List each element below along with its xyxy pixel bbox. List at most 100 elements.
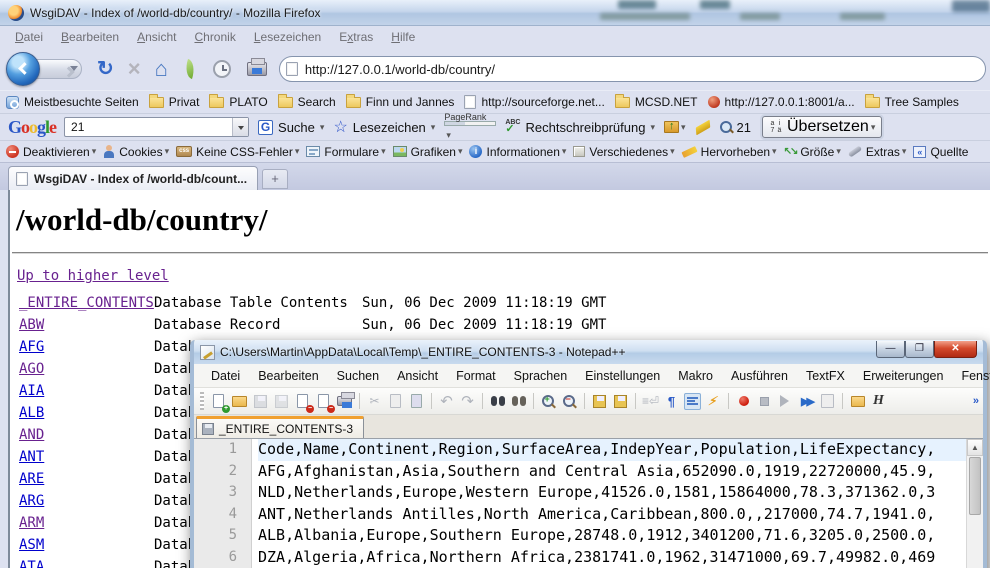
entry-link[interactable]: AFG (19, 339, 44, 355)
translate-button[interactable]: ai7ä Übersetzen (762, 116, 882, 138)
redo-icon[interactable]: ↷ (459, 393, 476, 410)
firefox-titlebar[interactable]: WsgiDAV - Index of /world-db/country/ - … (0, 0, 990, 26)
close-file-button[interactable]: − (294, 393, 311, 410)
google-search-button[interactable]: G Suche (258, 120, 324, 135)
entry-link[interactable]: ALB (19, 405, 44, 421)
close-all-button[interactable]: − (315, 393, 332, 410)
devtool-box[interactable]: Verschiedenes (573, 145, 674, 159)
devtool-person[interactable]: Cookies (103, 145, 169, 159)
find-button[interactable] (489, 393, 506, 410)
code-line[interactable]: Code,Name,Continent,Region,SurfaceArea,I… (258, 439, 983, 461)
entry-link[interactable]: ATA (19, 559, 44, 568)
replace-button[interactable] (510, 393, 527, 410)
save-button[interactable] (252, 393, 269, 410)
npp-menu-erweiterungen[interactable]: Erweiterungen (854, 367, 953, 385)
npp-menu-sprachen[interactable]: Sprachen (505, 367, 577, 385)
npp-editor[interactable]: 123456 Code,Name,Continent,Region,Surfac… (194, 439, 983, 568)
copy-icon[interactable] (387, 393, 404, 410)
npp-menu-suchen[interactable]: Suchen (328, 367, 388, 385)
npp-menu-einstellungen[interactable]: Einstellungen (576, 367, 669, 385)
url-text[interactable]: http://127.0.0.1/world-db/country/ (305, 62, 495, 77)
devtool-resize[interactable]: Größe (784, 145, 841, 159)
menu-extras[interactable]: Extras (330, 28, 382, 46)
devtool-info[interactable]: Informationen (469, 145, 566, 159)
spellcheck-button[interactable]: ABC✓ Rechtschreibprüfung (505, 120, 655, 135)
open-file-button[interactable] (231, 393, 248, 410)
bookmark-item[interactable]: Privat (149, 95, 200, 109)
npp-titlebar[interactable]: C:\Users\Martin\AppData\Local\Temp\_ENTI… (194, 340, 983, 364)
zoom-in-button[interactable]: + (540, 393, 557, 410)
new-tab-button[interactable]: + (262, 169, 288, 189)
scrollbar-thumb[interactable] (969, 457, 981, 515)
sync-horizontal-button[interactable] (612, 393, 629, 410)
html-button[interactable]: H (870, 393, 887, 410)
npp-tab-entire-contents[interactable]: _ENTIRE_CONTENTS-3 (196, 416, 364, 438)
record-macro-button[interactable] (735, 393, 752, 410)
devtool-form[interactable]: Formulare (306, 145, 385, 159)
search-history-dropdown[interactable] (232, 118, 248, 136)
print-button-npp[interactable] (336, 393, 353, 410)
bookmark-item[interactable]: Search (278, 95, 336, 109)
entry-link[interactable]: ABW (19, 317, 44, 333)
bookmark-item[interactable]: http://127.0.0.1:8001/a... (708, 95, 855, 109)
npp-menu-textfx[interactable]: TextFX (797, 367, 854, 385)
menu-bearbeiten[interactable]: Bearbeiten (52, 28, 128, 46)
new-file-button[interactable]: + (210, 393, 227, 410)
highlighter-button[interactable] (695, 124, 711, 131)
history-dropdown-icon[interactable] (70, 66, 78, 75)
entry-link[interactable]: ARE (19, 471, 44, 487)
entry-link[interactable]: ASM (19, 537, 44, 553)
undo-icon[interactable]: ↶ (438, 393, 455, 410)
bookmark-item[interactable]: Tree Samples (865, 95, 959, 109)
npp-menu-bearbeiten[interactable]: Bearbeiten (249, 367, 327, 385)
bookmark-item[interactable]: PLATO (209, 95, 267, 109)
open-containing-folder-button[interactable] (849, 393, 866, 410)
stop-macro-button[interactable] (756, 393, 773, 410)
devtool-brush[interactable]: Hervorheben (682, 145, 777, 159)
save-all-button[interactable] (273, 393, 290, 410)
entry-link[interactable]: AIA (19, 383, 44, 399)
show-all-characters-button[interactable]: ¶ (663, 393, 680, 410)
run-macro-multiple-button[interactable]: ▶▶ (798, 393, 815, 410)
google-search-box[interactable]: 21 (64, 117, 249, 137)
devtool-wrench[interactable]: Extras (848, 145, 907, 159)
code-line[interactable]: ANT,Netherlands Antilles,North America,C… (258, 504, 983, 526)
close-button[interactable]: ✕ (934, 341, 977, 358)
minimize-button[interactable]: — (876, 341, 905, 358)
home-button[interactable]: ⌂ (155, 56, 168, 82)
function-completion-button[interactable]: ⚡︎ (705, 393, 722, 410)
menu-ansicht[interactable]: Ansicht (128, 28, 185, 46)
bookmark-item[interactable]: MCSD.NET (615, 95, 698, 109)
cut-icon[interactable]: ✂ (366, 393, 383, 410)
entry-link[interactable]: _ENTIRE_CONTENTS (19, 295, 154, 311)
google-bookmarks-button[interactable]: ☆ Lesezeichen (333, 117, 435, 137)
indent-guide-button[interactable] (684, 393, 701, 410)
code-line[interactable]: ALB,Albania,Europe,Southern Europe,28748… (258, 525, 983, 547)
menu-lesezeichen[interactable]: Lesezeichen (245, 28, 330, 46)
npp-menu-ausführen[interactable]: Ausführen (722, 367, 797, 385)
entry-link[interactable]: ANT (19, 449, 44, 465)
bookmark-item[interactable]: Meistbesuchte Seiten (6, 95, 139, 109)
devtool-css[interactable]: Keine CSS-Fehler (176, 145, 299, 159)
back-button[interactable] (6, 52, 40, 86)
entry-link[interactable]: AGO (19, 361, 44, 377)
paste-icon[interactable] (408, 393, 425, 410)
entry-link[interactable]: AND (19, 427, 44, 443)
vertical-scrollbar[interactable]: ▲ (966, 439, 983, 568)
code-line[interactable]: NLD,Netherlands,Europe,Western Europe,41… (258, 482, 983, 504)
npp-menu-format[interactable]: Format (447, 367, 505, 385)
print-button[interactable] (247, 62, 267, 76)
play-macro-button[interactable] (777, 393, 794, 410)
menu-datei[interactable]: Datei (6, 28, 52, 46)
send-to-button[interactable] (664, 121, 686, 133)
devtool-img[interactable]: Grafiken (393, 145, 463, 159)
npp-menu-fenster[interactable]: Fenster (952, 367, 990, 385)
devtool-source[interactable]: Quellte (913, 145, 968, 159)
restore-button[interactable]: ❐ (905, 341, 934, 358)
tab-wsgidav[interactable]: WsgiDAV - Index of /world-db/count... (8, 166, 258, 191)
code-line[interactable]: AFG,Afghanistan,Asia,Southern and Centra… (258, 461, 983, 483)
entry-link[interactable]: ARG (19, 493, 44, 509)
up-to-higher-level-link[interactable]: Up to higher level (17, 268, 169, 284)
npp-menu-makro[interactable]: Makro (669, 367, 722, 385)
npp-menu-ansicht[interactable]: Ansicht (388, 367, 447, 385)
